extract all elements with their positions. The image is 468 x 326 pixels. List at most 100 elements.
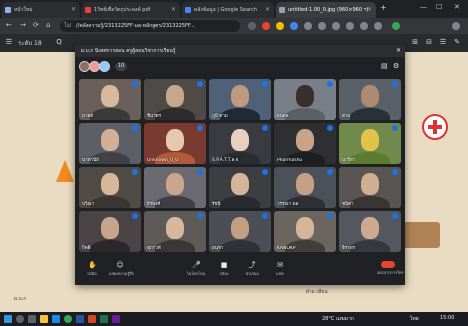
- audio-indicator-icon: [262, 169, 268, 175]
- participant-tile[interactable]: Pharmashu: [274, 123, 336, 164]
- microphone-button[interactable]: 🎤 ไมโครโฟน: [185, 261, 207, 277]
- present-button[interactable]: ⤴ นำเสนอ: [241, 261, 263, 277]
- participant-tile[interactable]: มายด์: [79, 79, 141, 120]
- address-bar[interactable]: ไม่ //คลังความรู้/2313225FF-ua-หลักสูตร/…: [60, 20, 240, 32]
- chrome-icon[interactable]: [64, 315, 72, 323]
- participant-tile[interactable]: ปวีณา: [79, 167, 141, 208]
- search-icon[interactable]: [16, 315, 24, 323]
- reactions-button[interactable]: ☺ แสดงความรู้สึก: [109, 261, 135, 277]
- close-window-button[interactable]: ✕: [454, 3, 460, 11]
- tab-pdf[interactable]: 1วิทย์เพื่อวัตถุประสงค์ pdf ✕: [82, 2, 180, 18]
- weather-widget[interactable]: 28°C เมฆมาก: [322, 315, 354, 323]
- audio-indicator-icon: [262, 213, 268, 219]
- end-call-button[interactable]: ออกจากการโทร: [377, 261, 404, 276]
- audio-indicator-icon: [132, 213, 138, 219]
- close-icon[interactable]: ✕: [171, 2, 176, 18]
- participant-tile[interactable]: ชนิดา: [339, 167, 401, 208]
- extension-icon-grey[interactable]: [346, 22, 354, 30]
- reload-button[interactable]: ⟳: [33, 21, 39, 29]
- extension-icon-grey[interactable]: [332, 22, 340, 30]
- menu-icon[interactable]: ☰: [4, 37, 14, 47]
- participant-tile[interactable]: อนุชา: [209, 211, 271, 252]
- control-label: กล้อง: [219, 271, 229, 276]
- participant-tile[interactable]: สุภาวดี: [144, 211, 206, 252]
- participant-name: นาริสา: [342, 158, 356, 163]
- participant-face: [361, 217, 379, 239]
- powerpoint-icon[interactable]: [88, 315, 96, 323]
- participant-face: [361, 85, 379, 107]
- list-icon[interactable]: ☰: [438, 37, 448, 47]
- participant-tile[interactable]: วรรณา พล: [274, 167, 336, 208]
- tab-google-search[interactable]: คลังข้อมูล | Google Search ✕: [182, 2, 274, 18]
- image-icon: [279, 7, 285, 13]
- camera-button[interactable]: ■ กล้อง: [213, 261, 235, 277]
- profile-avatar[interactable]: [392, 22, 400, 30]
- participant-name: กิตติ: [82, 246, 91, 251]
- extension-icon-grey[interactable]: [318, 22, 326, 30]
- audio-indicator-icon: [392, 81, 398, 87]
- excel-icon[interactable]: [100, 315, 108, 323]
- extensions-puzzle-icon[interactable]: [374, 22, 382, 30]
- participant-tile[interactable]: S.P.A.T.T.ล.จ: [209, 123, 271, 164]
- participant-name: สุภาวดี: [147, 246, 161, 251]
- close-icon[interactable]: ✕: [71, 2, 76, 18]
- close-icon[interactable]: ✕: [265, 2, 270, 18]
- raise-hand-button[interactable]: ✋ ยกมือ: [81, 261, 103, 277]
- gear-icon[interactable]: ⚙: [393, 62, 399, 70]
- close-icon[interactable]: ✕: [396, 45, 401, 57]
- participant-tile[interactable]: ธีรพงศ์: [144, 167, 206, 208]
- forward-button[interactable]: →: [20, 21, 26, 29]
- participant-face: [231, 129, 249, 151]
- participant-tile[interactable]: สาม: [339, 79, 401, 120]
- edit-icon[interactable]: ✎: [452, 37, 462, 47]
- meeting-window-titlebar: ผ.บ.ก นิเทศการสอน ครูผู้สอนวิชาการเรียนร…: [75, 45, 405, 57]
- participant-tile[interactable]: ธนดล: [274, 79, 336, 120]
- download-icon[interactable]: [360, 22, 368, 30]
- new-tab-button[interactable]: +: [380, 3, 387, 12]
- file-explorer-icon[interactable]: [40, 315, 48, 323]
- participant-name: สาม: [342, 114, 351, 119]
- layout-icon[interactable]: ▤: [381, 62, 388, 70]
- participant-tile[interactable]: นาทานิย์: [79, 123, 141, 164]
- participant-tile[interactable]: ชินวัตร: [144, 79, 206, 120]
- back-button[interactable]: ←: [6, 21, 12, 29]
- extension-icon-grey[interactable]: [304, 22, 312, 30]
- start-icon[interactable]: [4, 315, 12, 323]
- participant-tile[interactable]: ภูมิ ตาม: [209, 79, 271, 120]
- chat-button[interactable]: ✉ แชท: [269, 261, 291, 277]
- minimize-button[interactable]: —: [420, 3, 427, 11]
- grid-icon[interactable]: ⊞: [410, 37, 420, 47]
- star-icon[interactable]: [248, 22, 256, 30]
- menu-icon[interactable]: [452, 22, 460, 30]
- participant-tile[interactable]: จิราพร: [339, 211, 401, 252]
- participant-name: มายด์: [82, 114, 94, 119]
- extension-icon-yellow[interactable]: [276, 22, 284, 30]
- participant-tile[interactable]: KANOKP: [274, 211, 336, 252]
- meeting-header: 10 ▤ ⚙: [75, 57, 405, 77]
- extension-icon-blue[interactable]: [290, 22, 298, 30]
- audio-indicator-icon: [327, 169, 333, 175]
- extension-icon-red[interactable]: [262, 22, 270, 30]
- control-label: แชท: [276, 271, 284, 276]
- close-icon[interactable]: ✕: [367, 2, 372, 18]
- language-indicator[interactable]: ไทย: [410, 315, 419, 323]
- participant-tile[interactable]: นาริสา: [339, 123, 401, 164]
- participant-tile[interactable]: กิตติ: [79, 211, 141, 252]
- participant-face: [166, 173, 184, 195]
- control-label: แสดงความรู้สึก: [109, 271, 135, 276]
- tab-new[interactable]: หน้าใหม่ ✕: [2, 2, 80, 18]
- participant-tile[interactable]: Unknown_0_0: [144, 123, 206, 164]
- task-view-icon[interactable]: [28, 315, 36, 323]
- app-icon[interactable]: [112, 315, 120, 323]
- tab-image[interactable]: untitled-1.00_0.jpg (960×960 ฯ) ✕: [276, 2, 376, 18]
- not-secure-icon[interactable]: ไม่: [64, 20, 71, 32]
- maximize-button[interactable]: ☐: [436, 3, 442, 11]
- participant-tile[interactable]: รัชนี: [209, 167, 271, 208]
- home-button[interactable]: ⌂: [46, 21, 50, 29]
- clock[interactable]: 15:00: [440, 315, 454, 321]
- zoom-icon[interactable]: Q: [54, 37, 64, 47]
- layout-icon[interactable]: ⊟: [424, 37, 434, 47]
- edge-icon[interactable]: [52, 315, 60, 323]
- word-icon[interactable]: [76, 315, 84, 323]
- participant-count[interactable]: 10: [115, 62, 128, 71]
